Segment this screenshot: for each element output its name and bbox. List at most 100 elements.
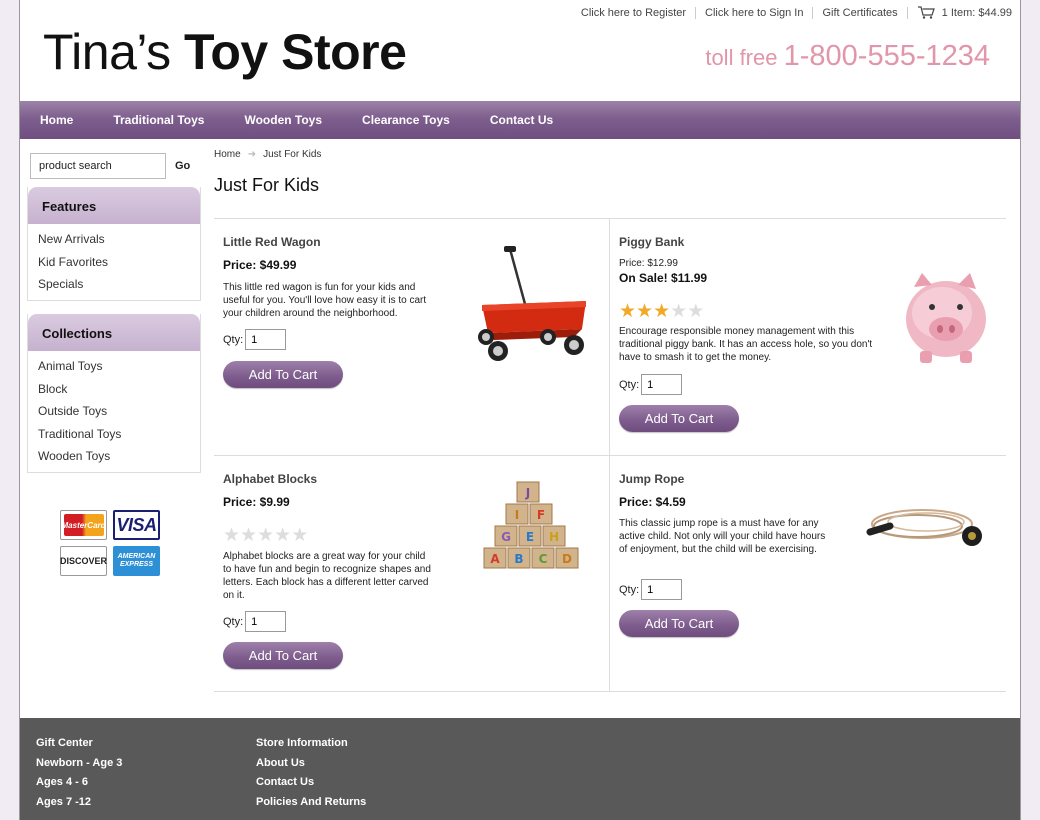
star-icon[interactable]: ★ bbox=[670, 302, 687, 321]
product-name[interactable]: Jump Rope bbox=[619, 472, 684, 486]
sidebar-item-kid-favorites[interactable]: Kid Favorites bbox=[38, 251, 200, 274]
footer-column-gift-center: Gift Center Newborn - Age 3 Ages 4 - 6 A… bbox=[36, 736, 122, 814]
visa-icon: VISA bbox=[113, 510, 160, 540]
product-price: Price: $9.99 bbox=[223, 495, 290, 509]
add-to-cart-button[interactable]: Add To Cart bbox=[619, 610, 739, 637]
star-icon[interactable]: ★ bbox=[687, 302, 704, 321]
logo-part-2: Toy Store bbox=[184, 24, 407, 80]
mastercard-icon: MasterCard bbox=[60, 510, 107, 540]
nav-wooden-toys[interactable]: Wooden Toys bbox=[244, 113, 322, 127]
footer: Gift Center Newborn - Age 3 Ages 4 - 6 A… bbox=[20, 718, 1020, 820]
breadcrumb-current: Just For Kids bbox=[263, 149, 322, 160]
top-links: Click here to Register Click here to Sig… bbox=[572, 6, 1012, 19]
svg-text:D: D bbox=[562, 552, 572, 566]
page: Click here to Register Click here to Sig… bbox=[19, 0, 1021, 820]
store-logo[interactable]: Tina’s Toy Store bbox=[43, 22, 407, 82]
qty-label: Qty: bbox=[223, 333, 244, 346]
breadcrumb-arrow-icon: ➜ bbox=[247, 149, 257, 160]
footer-link-ages-7-12[interactable]: Ages 7 -12 bbox=[36, 795, 122, 815]
svg-text:I: I bbox=[515, 508, 519, 522]
qty-label: Qty: bbox=[223, 615, 244, 628]
product-description: Alphabet blocks are a great way for your… bbox=[223, 551, 431, 601]
product-price: Price: $49.99 bbox=[223, 258, 297, 272]
footer-heading: Store Information bbox=[256, 737, 348, 749]
add-to-cart-button[interactable]: Add To Cart bbox=[619, 405, 739, 432]
star-rating: ★ ★ ★ ★ ★ bbox=[223, 526, 308, 545]
star-rating: ★ ★ ★ ★ ★ bbox=[619, 302, 704, 321]
qty-label: Qty: bbox=[619, 583, 640, 596]
breadcrumb-home[interactable]: Home bbox=[214, 149, 241, 160]
add-to-cart-button[interactable]: Add To Cart bbox=[223, 361, 343, 388]
search-bar: Go bbox=[30, 153, 190, 179]
footer-link-ages-4-6[interactable]: Ages 4 - 6 bbox=[36, 775, 122, 795]
alphabet-blocks-image[interactable]: J I F G E H A B C D bbox=[476, 480, 580, 572]
qty-input[interactable] bbox=[641, 579, 683, 600]
features-box: Features New Arrivals Kid Favorites Spec… bbox=[27, 187, 201, 301]
product-description: This little red wagon is fun for your ki… bbox=[223, 282, 427, 319]
footer-link-about-us[interactable]: About Us bbox=[256, 756, 366, 776]
qty-input[interactable] bbox=[245, 329, 287, 350]
sidebar-item-traditional-toys[interactable]: Traditional Toys bbox=[38, 423, 200, 446]
cart-summary-text: 1 Item: $44.99 bbox=[941, 6, 1012, 19]
search-input[interactable] bbox=[30, 153, 166, 179]
star-icon[interactable]: ★ bbox=[636, 302, 653, 321]
phone-label: toll free bbox=[705, 45, 778, 70]
search-go-button[interactable]: Go bbox=[175, 160, 190, 172]
sidebar-item-outside-toys[interactable]: Outside Toys bbox=[38, 400, 200, 423]
breadcrumb: Home ➜ Just For Kids bbox=[214, 149, 321, 160]
product-sale-price: On Sale! $11.99 bbox=[619, 271, 708, 285]
star-icon[interactable]: ★ bbox=[653, 302, 670, 321]
star-icon[interactable]: ★ bbox=[223, 526, 240, 545]
footer-column-store-info: Store Information About Us Contact Us Po… bbox=[256, 736, 366, 814]
amex-icon: AMERICAN EXPRESS bbox=[113, 546, 160, 576]
star-icon[interactable]: ★ bbox=[274, 526, 291, 545]
star-icon[interactable]: ★ bbox=[619, 302, 636, 321]
qty-input[interactable] bbox=[245, 611, 287, 632]
discover-icon: DISCOVER bbox=[60, 546, 107, 576]
product-description: This classic jump rope is a must have fo… bbox=[619, 518, 826, 555]
footer-link-newborn[interactable]: Newborn - Age 3 bbox=[36, 756, 122, 776]
add-to-cart-button[interactable]: Add To Cart bbox=[223, 642, 343, 669]
sidebar-item-wooden-toys[interactable]: Wooden Toys bbox=[38, 445, 200, 468]
piggy-bank-image[interactable] bbox=[898, 267, 998, 367]
sidebar-item-block[interactable]: Block bbox=[38, 378, 200, 401]
product-card: Piggy Bank Price: $12.99 On Sale! $11.99… bbox=[610, 219, 1005, 455]
footer-link-contact-us[interactable]: Contact Us bbox=[256, 775, 366, 795]
mastercard-label: MasterCard bbox=[62, 514, 106, 536]
block-row: J bbox=[516, 481, 540, 503]
nav-traditional-toys[interactable]: Traditional Toys bbox=[113, 113, 204, 127]
product-name[interactable]: Alphabet Blocks bbox=[223, 472, 317, 486]
star-icon[interactable]: ★ bbox=[257, 526, 274, 545]
product-name[interactable]: Little Red Wagon bbox=[223, 235, 321, 249]
phone-number: toll free 1-800-555-1234 bbox=[705, 40, 990, 73]
footer-link-policies[interactable]: Policies And Returns bbox=[256, 795, 366, 815]
qty-field: Qty: bbox=[619, 374, 683, 395]
star-icon[interactable]: ★ bbox=[291, 526, 308, 545]
main-nav: Home Traditional Toys Wooden Toys Cleara… bbox=[20, 101, 1020, 139]
cart-summary[interactable]: 1 Item: $44.99 bbox=[908, 6, 1012, 19]
register-link[interactable]: Click here to Register bbox=[572, 7, 695, 19]
svg-text:H: H bbox=[549, 530, 559, 544]
sidebar-item-specials[interactable]: Specials bbox=[38, 273, 200, 296]
jump-rope-image[interactable] bbox=[860, 486, 1000, 566]
nav-clearance-toys[interactable]: Clearance Toys bbox=[362, 113, 450, 127]
product-card: Little Red Wagon Price: $49.99 This litt… bbox=[214, 219, 609, 455]
product-price: Price: $4.59 bbox=[619, 495, 686, 509]
features-title: Features bbox=[28, 187, 200, 224]
sidebar-item-new-arrivals[interactable]: New Arrivals bbox=[38, 228, 200, 251]
qty-input[interactable] bbox=[641, 374, 683, 395]
product-card: Jump Rope Price: $4.59 This classic jump… bbox=[610, 456, 1005, 692]
nav-contact-us[interactable]: Contact Us bbox=[490, 113, 553, 127]
svg-text:A: A bbox=[490, 552, 500, 566]
gift-certificates-link[interactable]: Gift Certificates bbox=[813, 7, 906, 19]
svg-text:J: J bbox=[525, 486, 530, 500]
product-name[interactable]: Piggy Bank bbox=[619, 235, 684, 249]
product-grid: Little Red Wagon Price: $49.99 This litt… bbox=[214, 218, 1006, 692]
sidebar-item-animal-toys[interactable]: Animal Toys bbox=[38, 355, 200, 378]
sign-in-link[interactable]: Click here to Sign In bbox=[696, 7, 812, 19]
logo-part-1: Tina’s bbox=[43, 24, 171, 80]
red-wagon-image[interactable] bbox=[464, 241, 604, 365]
nav-home[interactable]: Home bbox=[40, 113, 73, 127]
product-regular-price: Price: $12.99 bbox=[619, 258, 678, 269]
star-icon[interactable]: ★ bbox=[240, 526, 257, 545]
